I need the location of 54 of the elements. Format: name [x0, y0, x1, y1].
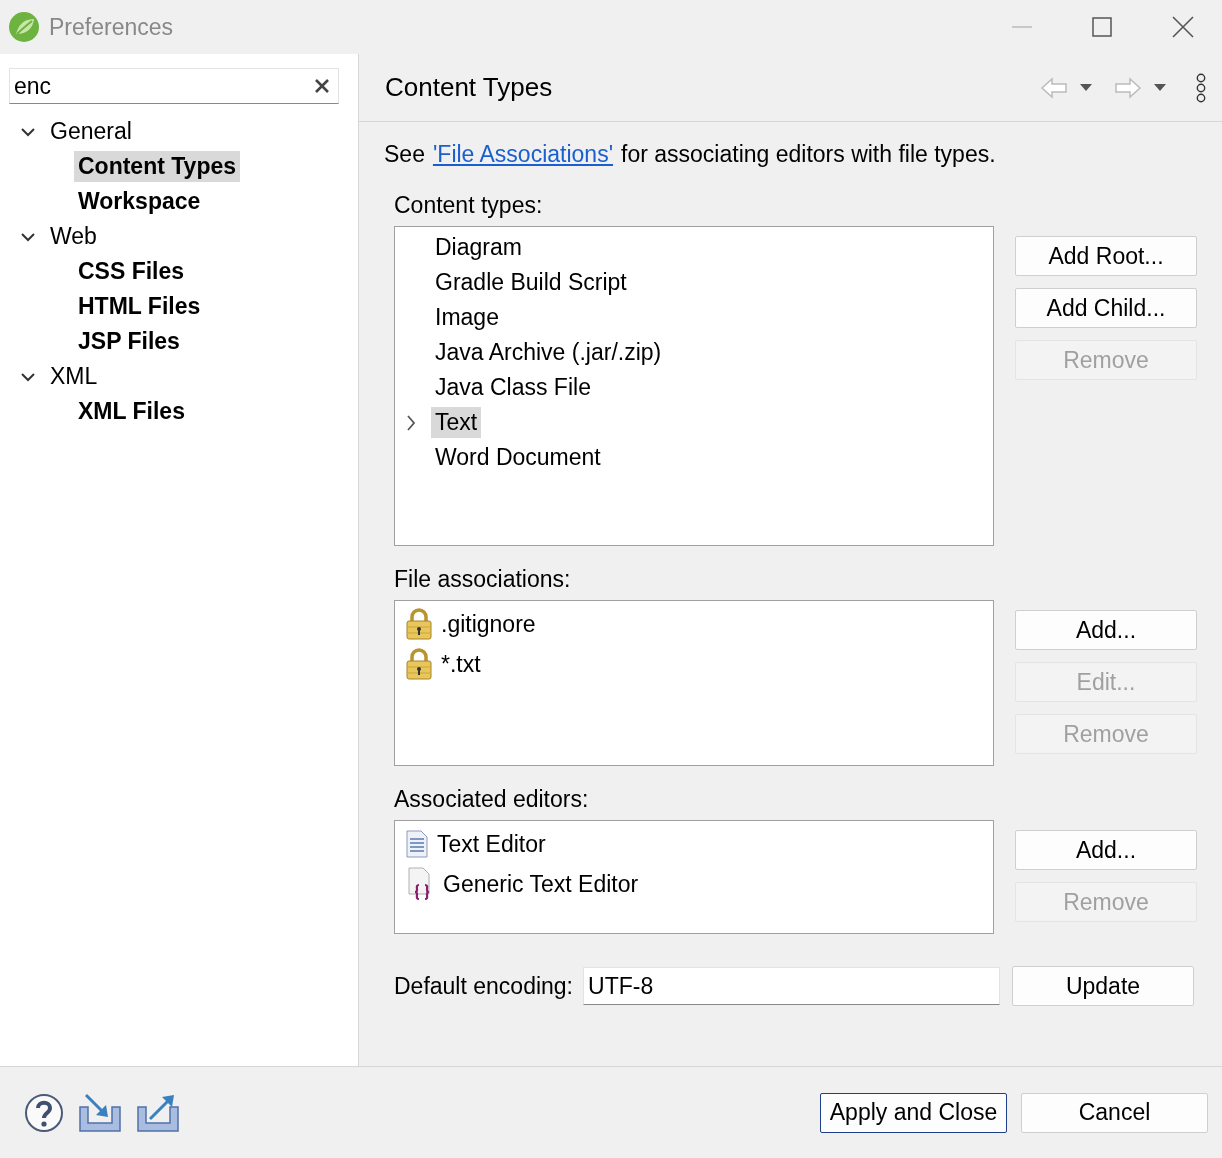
intro-text: for associating editors with file types.: [621, 140, 996, 168]
import-icon: [78, 1092, 122, 1133]
list-item[interactable]: Image: [431, 302, 503, 333]
tree-item[interactable]: Workspace: [74, 186, 205, 217]
export-icon: [136, 1092, 180, 1133]
document-icon: [405, 830, 429, 858]
button[interactable]: Apply and Close: [820, 1092, 1007, 1133]
leaf-logo-icon: [7, 10, 41, 44]
tree-item[interactable]: Content Types: [74, 151, 241, 182]
update-button[interactable]: Update: [1012, 966, 1194, 1006]
more-icon: [1196, 72, 1206, 103]
window-title: Preferences: [49, 13, 174, 41]
section-label: File associations:: [394, 564, 572, 594]
lock-icon: [405, 648, 433, 680]
dropdown-icon: [1080, 84, 1092, 91]
intro-text: See: [384, 140, 425, 168]
page-title: Content Types: [385, 72, 554, 103]
file-associations-link[interactable]: 'File Associations': [432, 140, 614, 168]
button[interactable]: Add Child...: [1015, 288, 1197, 328]
encoding-label: Default encoding:: [394, 972, 573, 1000]
maximize-icon: [1092, 17, 1112, 37]
back-arrow-icon: [1040, 75, 1068, 100]
list-item[interactable]: Gradle Build Script: [431, 267, 631, 298]
list-item[interactable]: Generic Text Editor: [441, 868, 643, 900]
list-item[interactable]: .gitignore: [439, 608, 540, 640]
tree-item[interactable]: General: [46, 116, 136, 147]
forward-arrow-icon: [1114, 75, 1142, 100]
filter-field[interactable]: enc: [9, 68, 339, 104]
tree-item[interactable]: XML: [46, 361, 102, 392]
section-label: Associated editors:: [394, 784, 590, 814]
tree-item[interactable]: Web: [46, 221, 101, 252]
tree-item[interactable]: JSP Files: [74, 326, 184, 357]
list-item[interactable]: Text Editor: [435, 828, 550, 860]
list-item[interactable]: Java Archive (.jar/.zip): [431, 337, 666, 368]
button[interactable]: Add...: [1015, 610, 1197, 650]
button[interactable]: Add Root...: [1015, 236, 1197, 276]
list-item[interactable]: Word Document: [431, 442, 605, 473]
list-item[interactable]: *.txt: [439, 648, 485, 680]
section-label: Content types:: [394, 190, 544, 220]
list-item[interactable]: Java Class File: [431, 372, 595, 403]
dropdown-icon: [1154, 84, 1166, 91]
help-icon: [24, 1092, 64, 1133]
tree-item[interactable]: XML Files: [74, 396, 189, 427]
list-item[interactable]: Text: [431, 407, 482, 438]
list-item[interactable]: Diagram: [431, 232, 526, 263]
tree-item[interactable]: CSS Files: [74, 256, 189, 287]
lock-icon: [405, 608, 433, 640]
minimize-icon: [1012, 26, 1032, 28]
close-icon: [1172, 16, 1194, 38]
clear-icon: [314, 78, 330, 94]
button[interactable]: Cancel: [1021, 1092, 1208, 1133]
encoding-field[interactable]: UTF-8: [583, 967, 1000, 1005]
tree-item[interactable]: HTML Files: [74, 291, 205, 322]
button[interactable]: Add...: [1015, 830, 1197, 870]
